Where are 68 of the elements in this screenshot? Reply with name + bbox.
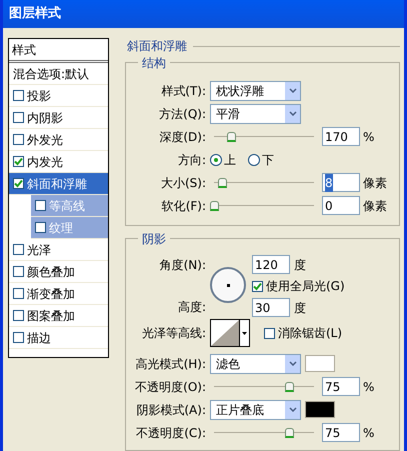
field-label: 不透明度(C): xyxy=(135,424,207,442)
angle-dial[interactable] xyxy=(210,267,246,303)
color-swatch[interactable] xyxy=(305,355,335,372)
field-label: 高度: xyxy=(176,299,207,316)
group-title: 阴影 xyxy=(138,230,170,248)
unit-label: % xyxy=(363,128,374,146)
group-title: 结构 xyxy=(138,54,170,72)
checkbox[interactable] xyxy=(13,112,24,123)
slider-thumb[interactable] xyxy=(218,178,227,188)
unit-label: 像素 xyxy=(363,174,387,192)
slider-thumb[interactable] xyxy=(285,382,294,392)
checkbox[interactable] xyxy=(252,280,263,292)
unit-label: % xyxy=(363,424,374,442)
section-title: 斜面和浮雕 xyxy=(126,38,187,55)
list-item[interactable]: 斜面和浮雕 xyxy=(9,173,108,195)
caret-icon xyxy=(288,361,296,366)
radio-option[interactable]: 下 xyxy=(248,150,274,168)
dropdown[interactable]: 正片叠底 xyxy=(210,400,301,420)
unit-label: 度 xyxy=(294,300,306,316)
number-field[interactable]: 30 xyxy=(252,298,290,317)
number-field[interactable]: 75 xyxy=(322,423,360,442)
caret-icon xyxy=(288,111,296,116)
checkbox[interactable] xyxy=(13,134,24,145)
checkbox-label: 使用全局光(G) xyxy=(266,278,345,295)
dropdown[interactable]: 平滑 xyxy=(210,104,301,124)
number-field[interactable]: 8 xyxy=(322,173,360,192)
checkbox[interactable] xyxy=(35,200,46,211)
field-label: 样式(T): xyxy=(160,82,207,100)
checkbox[interactable] xyxy=(264,328,275,338)
unit-label: % xyxy=(363,378,374,396)
checkbox[interactable] xyxy=(13,156,24,167)
slider-thumb[interactable] xyxy=(210,200,219,210)
color-swatch[interactable] xyxy=(305,401,335,418)
unit-label: 度 xyxy=(294,256,306,274)
caret-icon xyxy=(242,332,247,334)
number-field[interactable]: 170 xyxy=(322,127,360,146)
checkbox[interactable] xyxy=(35,222,46,233)
dropdown[interactable]: 枕状浮雕 xyxy=(210,80,301,100)
checkbox[interactable] xyxy=(13,244,24,255)
checkbox[interactable] xyxy=(13,332,24,343)
contour-picker[interactable] xyxy=(210,319,250,347)
checkbox[interactable] xyxy=(13,288,24,299)
checkbox[interactable] xyxy=(13,178,24,189)
slider-thumb[interactable] xyxy=(285,428,294,438)
checkbox[interactable] xyxy=(13,310,24,321)
window-title: 图层样式 xyxy=(9,5,61,24)
checkbox[interactable] xyxy=(13,266,24,277)
field-label: 深度(D): xyxy=(158,128,207,146)
number-field[interactable]: 120 xyxy=(252,255,290,274)
field-label: 不透明度(O): xyxy=(134,378,207,396)
field-label: 软化(F): xyxy=(160,198,207,214)
number-field[interactable]: 75 xyxy=(322,377,360,396)
caret-icon xyxy=(288,407,296,412)
number-field[interactable]: 0 xyxy=(322,196,360,215)
radio-option[interactable]: 上 xyxy=(210,150,236,168)
field-label: 阴影模式(A): xyxy=(135,402,207,418)
field-label: 角度(N): xyxy=(158,257,207,274)
slider-thumb[interactable] xyxy=(227,132,236,142)
checkbox-label: 消除锯齿(L) xyxy=(278,325,342,342)
field-label: 高光模式(H): xyxy=(134,356,207,372)
caret-icon xyxy=(288,88,296,93)
field-label: 方法(Q): xyxy=(158,106,207,122)
dropdown[interactable]: 滤色 xyxy=(210,354,301,374)
unit-label: 像素 xyxy=(363,198,387,214)
field-label: 方向: xyxy=(176,152,207,168)
checkbox[interactable] xyxy=(13,90,24,101)
field-label: 大小(S): xyxy=(160,174,207,192)
field-label: 光泽等高线: xyxy=(140,325,207,342)
